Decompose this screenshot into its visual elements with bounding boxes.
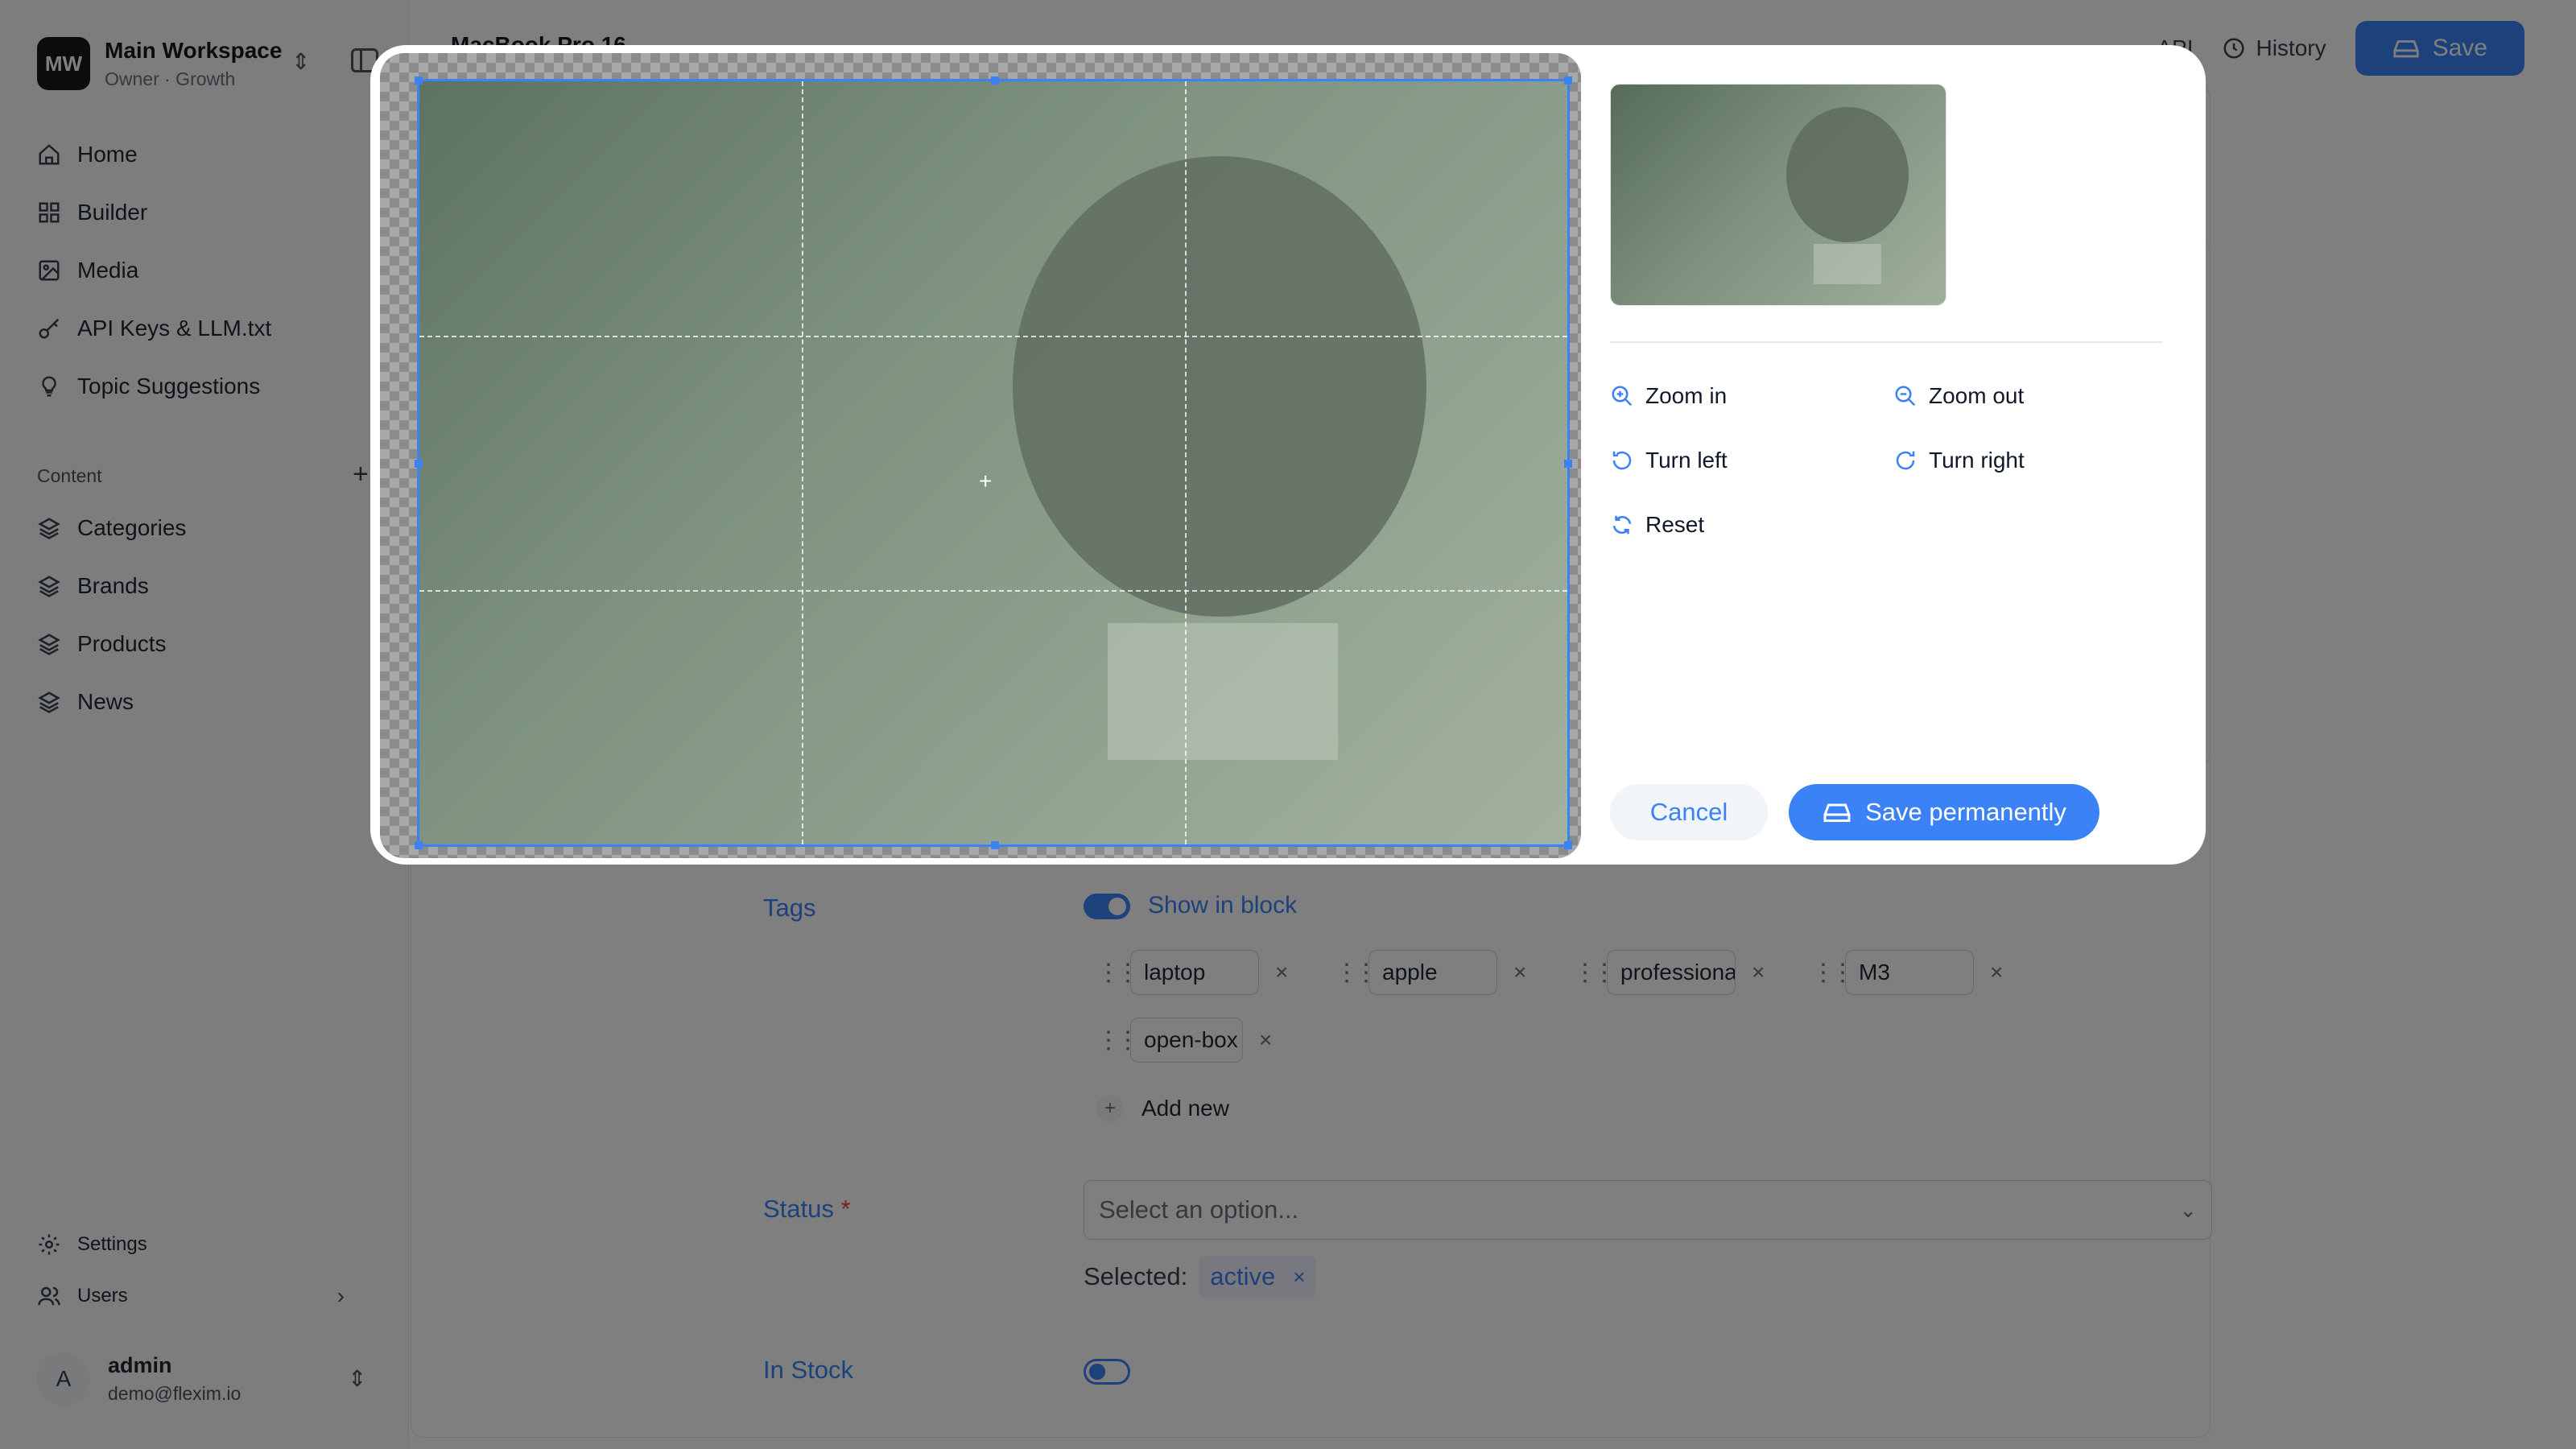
- zoom-in-label: Zoom in: [1645, 383, 1728, 408]
- crop-handle-ne[interactable]: [1564, 76, 1572, 85]
- drive-icon: [1823, 803, 1851, 822]
- crop-grid-line: [802, 81, 804, 844]
- crop-box[interactable]: [415, 76, 1572, 849]
- save-permanently-button[interactable]: Save permanently: [1789, 784, 2099, 840]
- rotate-right-icon: [1896, 451, 1915, 470]
- crop-handle-w[interactable]: [415, 460, 423, 468]
- refresh-icon: [1612, 515, 1632, 535]
- crop-handle-nw[interactable]: [415, 76, 423, 85]
- crop-grid-line: [419, 335, 1567, 337]
- divider: [1610, 341, 2162, 343]
- save-permanently-label: Save permanently: [1865, 798, 2066, 826]
- preview-shape-circle: [1786, 107, 1909, 242]
- crop-preview: [1610, 84, 1946, 306]
- crop-handle-e[interactable]: [1564, 460, 1572, 468]
- zoom-out-icon: [1895, 386, 1916, 407]
- cancel-button[interactable]: Cancel: [1610, 784, 1768, 840]
- turn-right-label: Turn right: [1929, 448, 2025, 473]
- turn-left-button[interactable]: Turn left: [1610, 448, 1728, 473]
- crop-canvas[interactable]: +: [380, 53, 1581, 858]
- zoom-in-button[interactable]: Zoom in: [1610, 383, 1727, 409]
- turn-left-label: Turn left: [1645, 448, 1728, 473]
- crop-handle-s[interactable]: [991, 841, 999, 849]
- zoom-out-button[interactable]: Zoom out: [1893, 383, 2024, 409]
- crop-grid-line: [419, 589, 1567, 592]
- reset-button[interactable]: Reset: [1610, 512, 1704, 538]
- crop-center-marker: +: [979, 469, 993, 493]
- crop-grid-line: [1184, 81, 1187, 844]
- rotate-left-icon: [1612, 451, 1632, 470]
- image-crop-dialog: + Zoom in Zoom out Turn left Turn right …: [370, 45, 2206, 865]
- crop-handle-se[interactable]: [1564, 841, 1572, 849]
- preview-shape-rect: [1814, 244, 1881, 284]
- reset-label: Reset: [1645, 512, 1705, 537]
- zoom-in-icon: [1612, 386, 1633, 407]
- turn-right-button[interactable]: Turn right: [1893, 448, 2025, 473]
- crop-handle-sw[interactable]: [415, 841, 423, 849]
- zoom-out-label: Zoom out: [1929, 383, 2025, 408]
- crop-handle-n[interactable]: [991, 76, 999, 85]
